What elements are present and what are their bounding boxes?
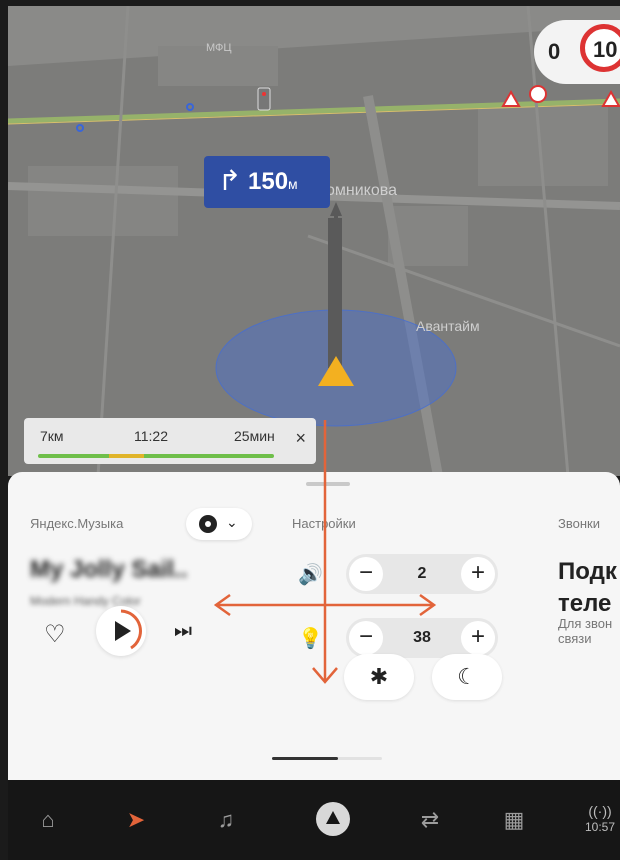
calls-description: Для звон связи (558, 616, 612, 646)
wifi-icon: ((·)) (588, 803, 612, 819)
night-mode-button[interactable]: ☾ (432, 654, 502, 700)
calls-title: Подк теле (558, 556, 617, 620)
navigation-map[interactable]: МФЦ омникова Авантайм 0 10 ↱ 150м 7км 11… (8, 6, 620, 476)
map-roads (8, 6, 620, 476)
brightness-value: 38 (413, 629, 431, 646)
play-button[interactable] (96, 606, 146, 656)
volume-row: 🔊 − 2 + (292, 554, 498, 594)
page-indicator-active (272, 757, 338, 760)
route-distance: 7км (40, 428, 64, 444)
nav-home-icon[interactable]: ⌂ (30, 802, 66, 838)
volume-minus-button[interactable]: − (349, 557, 383, 591)
brightness-stepper: − 38 + (346, 618, 498, 658)
car-screen: МФЦ омникова Авантайм 0 10 ↱ 150м 7км 11… (0, 0, 620, 860)
maneuver-distance: 150м (248, 168, 298, 195)
volume-stepper: − 2 + (346, 554, 498, 594)
like-button[interactable]: ♡ (44, 620, 66, 649)
calls-desc-line: связи (558, 631, 592, 646)
calls-desc-line: Для звон (558, 616, 613, 631)
next-maneuver: ↱ 150м (204, 156, 330, 208)
calls-section-title: Звонки (558, 516, 600, 531)
music-source-button[interactable]: ⌄ (186, 508, 252, 540)
nav-music-icon[interactable]: ♫ (208, 802, 244, 838)
next-track-button[interactable]: ⏭ (174, 620, 192, 643)
volume-plus-button[interactable]: + (461, 557, 495, 591)
track-title: My Jolly Sail.. (30, 556, 188, 583)
brightness-icon: 💡 (298, 628, 323, 650)
music-disc-icon (199, 515, 217, 533)
bluetooth-icon: ✱ (369, 664, 389, 689)
brightness-minus-button[interactable]: − (349, 621, 383, 655)
map-poi-label: МФЦ (206, 42, 232, 54)
map-street-label: омникова (326, 182, 397, 199)
volume-icon: 🔊 (298, 564, 323, 586)
brightness-row: 💡 − 38 + (292, 618, 498, 658)
route-duration: 25мин (234, 428, 275, 444)
route-summary[interactable]: 7км 11:22 25мин × (24, 418, 316, 464)
settings-section-title: Настройки (292, 516, 356, 531)
clock: 10:57 (584, 820, 616, 834)
speed-limit-sign: 10 (580, 24, 620, 72)
status-area: ((·)) 10:57 (580, 804, 620, 834)
map-poi-label: Авантайм (416, 318, 480, 334)
nav-navigation-icon[interactable]: ➤ (118, 802, 154, 838)
current-speed: 0 (548, 39, 561, 64)
calls-title-line: Подк (558, 558, 617, 585)
brightness-plus-button[interactable]: + (461, 621, 495, 655)
music-section-title: Яндекс.Музыка (30, 516, 124, 531)
traffic-line (38, 454, 274, 458)
arrival-time: 11:22 (134, 428, 168, 444)
sheet-drag-handle[interactable] (306, 482, 350, 486)
chevron-down-icon: ⌄ (226, 514, 238, 530)
page-indicator (272, 757, 382, 760)
nav-alice-icon[interactable] (316, 802, 350, 836)
maneuver-unit: м (288, 176, 298, 192)
speed-limit-value: 10 (593, 37, 618, 62)
volume-value: 2 (417, 565, 427, 582)
turn-right-icon: ↱ (218, 165, 242, 196)
widgets-sheet: Яндекс.Музыка ⌄ My Jolly Sail.. Modern H… (8, 472, 620, 780)
play-icon (115, 609, 142, 650)
close-route-button[interactable]: × (295, 428, 306, 449)
nav-apps-grid-icon[interactable]: ▦ (496, 802, 532, 838)
calls-title-line: теле (558, 590, 612, 617)
bluetooth-button[interactable]: ✱ (344, 654, 414, 700)
auto-night-icon: ☾ (457, 664, 477, 689)
bottom-nav-bar: ⌂ ➤ ♫ ⇄ ▦ ((·)) 10:57 (8, 780, 620, 860)
speed-widget: 0 10 (534, 20, 620, 84)
nav-settings-icon[interactable]: ⇄ (412, 802, 448, 838)
